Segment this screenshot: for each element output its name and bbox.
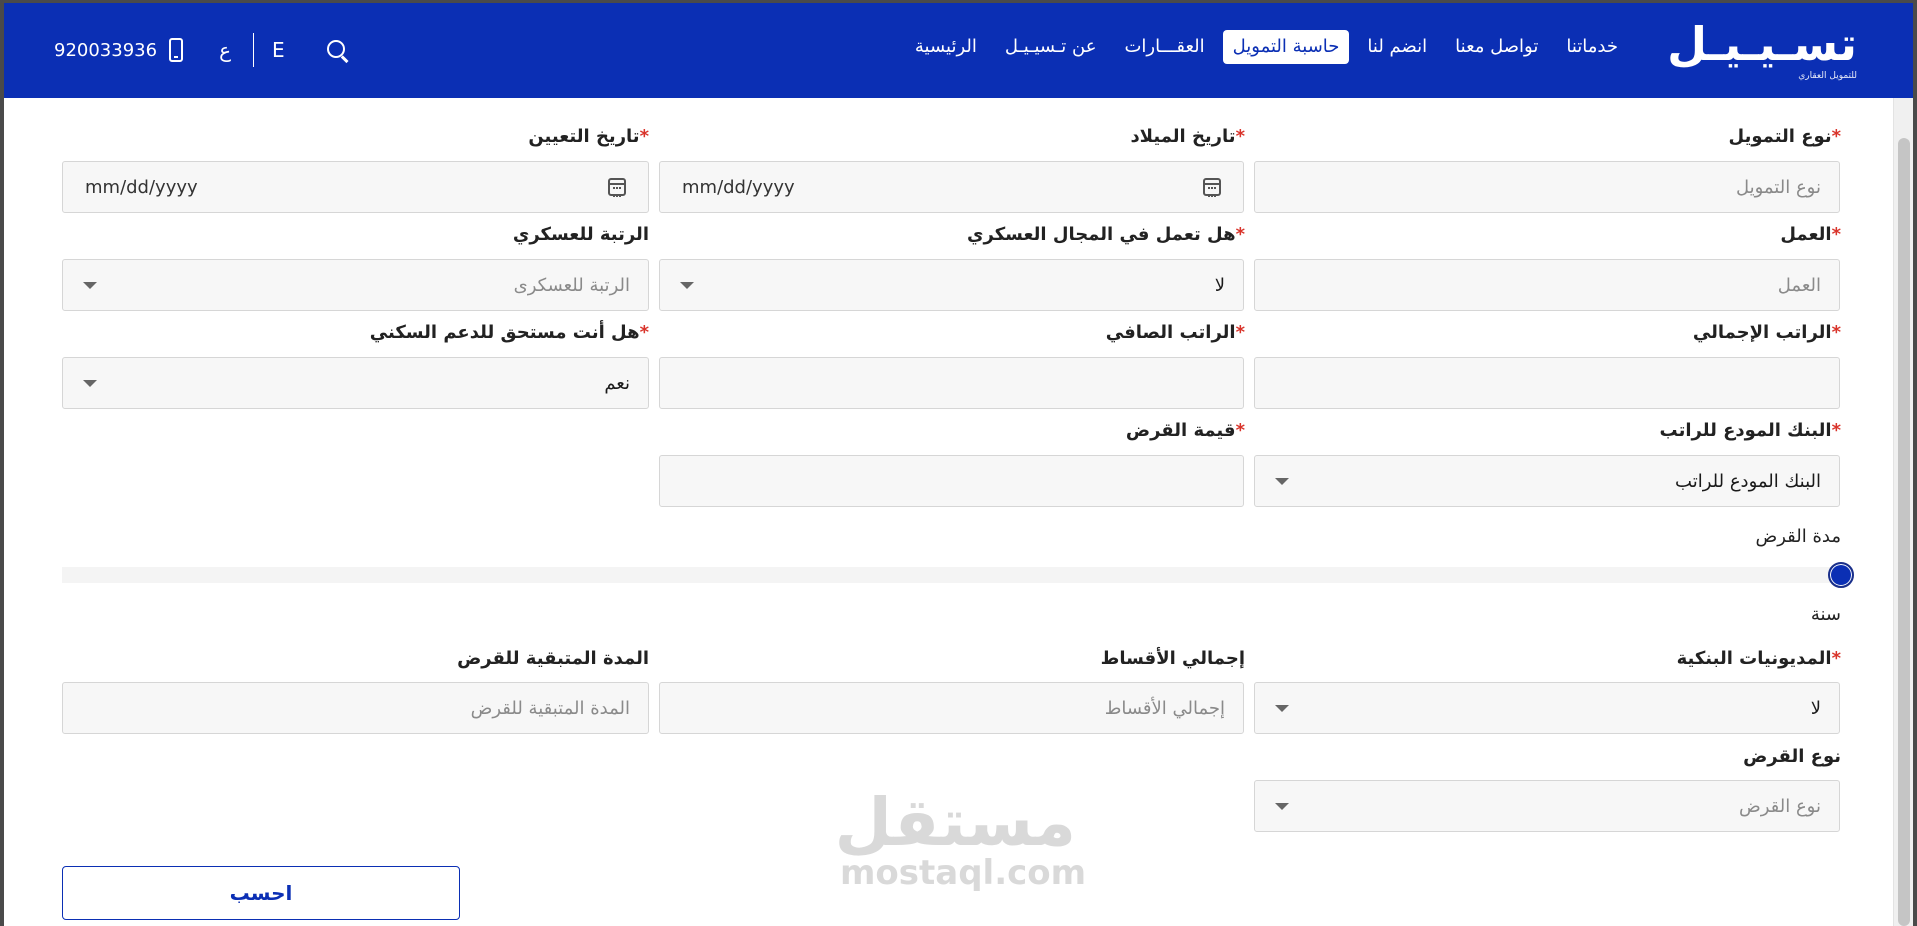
logo-subtext: للتمويل العقاري	[1798, 71, 1857, 81]
loan-type-placeholder: نوع القرض	[1738, 795, 1821, 817]
total-installments-label: إجمالي الأقساط	[1100, 648, 1245, 669]
loan-duration-unit: سنة	[1810, 604, 1841, 625]
hire-date-label: *تاريخ التعيين	[528, 126, 649, 147]
phone-icon	[169, 38, 184, 62]
chevron-down-icon	[83, 380, 97, 387]
net-salary-label: *الراتب الصافي	[1105, 322, 1245, 343]
nav-about[interactable]: عن تـسيـيـل	[995, 30, 1107, 64]
net-salary-input[interactable]	[659, 357, 1244, 409]
lang-english[interactable]: E	[272, 38, 285, 62]
remaining-term-label: المدة المتبقية للقرض	[457, 648, 649, 669]
page-scrollbar[interactable]	[1893, 98, 1913, 926]
loan-duration-label: مدة القرض	[1755, 526, 1841, 547]
calendar-icon[interactable]	[1203, 178, 1221, 197]
logo-text: تسـيـيـل	[1667, 17, 1857, 71]
nav-finance-calculator[interactable]: حاسبة التمويل	[1222, 30, 1350, 64]
finance-type-input[interactable]: نوع التمويل	[1254, 161, 1840, 213]
bank-debts-label: *المديونيات البنكية	[1676, 648, 1841, 669]
bank-debts-value: لا	[1810, 697, 1821, 719]
search-icon[interactable]	[325, 38, 349, 62]
loan-type-label: نوع القرض	[1743, 746, 1841, 767]
top-navbar: تسـيـيـل للتمويل العقاري الرئيسية عن تـس…	[0, 0, 1917, 98]
calendar-icon[interactable]	[608, 178, 626, 197]
brand-logo[interactable]: تسـيـيـل للتمويل العقاري	[1667, 17, 1857, 83]
military-value: لا	[1214, 274, 1225, 296]
salary-bank-value: البنك المودع للراتب	[1675, 470, 1821, 492]
finance-type-placeholder: نوع التمويل	[1735, 176, 1821, 198]
loan-duration-slider-handle[interactable]	[1828, 562, 1854, 588]
lang-divider	[253, 33, 255, 67]
watermark-english: mostaql.com	[840, 853, 1087, 893]
gross-salary-input[interactable]	[1254, 357, 1840, 409]
window-border-left	[0, 98, 4, 926]
chevron-down-icon	[680, 282, 694, 289]
military-select[interactable]: لا	[659, 259, 1244, 311]
lang-arabic[interactable]: ع	[219, 38, 231, 62]
nav-home[interactable]: الرئيسية	[905, 30, 987, 64]
salary-bank-select[interactable]: البنك المودع للراتب	[1254, 455, 1840, 507]
military-rank-placeholder: الرتبة للعسكرى	[513, 274, 630, 296]
remaining-term-placeholder: المدة المتبقية للقرض	[470, 697, 630, 719]
gross-salary-label: *الراتب الإجمالي	[1692, 322, 1841, 343]
scrollbar-thumb[interactable]	[1898, 138, 1910, 926]
loan-duration-slider-track[interactable]	[62, 567, 1840, 583]
finance-type-label: *نوع التمويل	[1728, 126, 1841, 147]
military-rank-label: الرتبة للعسكري	[512, 224, 649, 245]
calculate-button[interactable]: احسب	[62, 866, 460, 920]
birth-date-label: *تاريخ الميلاد	[1130, 126, 1245, 147]
job-input[interactable]: العمل	[1254, 259, 1840, 311]
remaining-term-input[interactable]: المدة المتبقية للقرض	[62, 682, 649, 734]
chevron-down-icon	[83, 282, 97, 289]
hire-date-value: mm/dd/yyyy	[85, 176, 198, 198]
total-installments-input[interactable]: إجمالي الأقساط	[659, 682, 1244, 734]
chevron-down-icon	[1275, 478, 1289, 485]
chevron-down-icon	[1275, 705, 1289, 712]
loan-amount-label: *قيمة القرض	[1125, 420, 1245, 441]
total-installments-placeholder: إجمالي الأقساط	[1104, 697, 1225, 719]
bank-debts-select[interactable]: لا	[1254, 682, 1840, 734]
hire-date-input[interactable]: mm/dd/yyyy	[62, 161, 649, 213]
birth-date-input[interactable]: mm/dd/yyyy	[659, 161, 1244, 213]
nav-properties[interactable]: العقـــارات	[1114, 30, 1214, 64]
housing-support-value: نعم	[604, 372, 630, 394]
phone-number[interactable]: 920033936	[54, 40, 157, 61]
housing-support-select[interactable]: نعم	[62, 357, 649, 409]
military-label: *هل تعمل في المجال العسكري	[967, 224, 1245, 245]
window-border-right	[1913, 98, 1917, 926]
housing-support-label: *هل أنت مستحق للدعم السكني	[369, 322, 649, 343]
job-placeholder: العمل	[1777, 274, 1821, 296]
birth-date-value: mm/dd/yyyy	[682, 176, 795, 198]
chevron-down-icon	[1275, 803, 1289, 810]
nav-services[interactable]: خدماتنا	[1556, 30, 1628, 64]
main-nav: الرئيسية عن تـسيـيـل العقـــارات حاسبة ا…	[905, 30, 1628, 64]
watermark-arabic: مستقل	[834, 784, 1076, 861]
job-label: *العمل	[1780, 224, 1841, 245]
header-tools: 920033936 ع E	[54, 33, 349, 67]
watermark: مستقل mostaql.com	[834, 784, 1087, 893]
salary-bank-label: *البنك المودع للراتب	[1659, 420, 1841, 441]
loan-amount-input[interactable]	[659, 455, 1244, 507]
nav-join-us[interactable]: انضم لنا	[1357, 30, 1437, 64]
military-rank-select[interactable]: الرتبة للعسكرى	[62, 259, 649, 311]
loan-type-select[interactable]: نوع القرض	[1254, 780, 1840, 832]
nav-contact[interactable]: تواصل معنا	[1445, 30, 1548, 64]
